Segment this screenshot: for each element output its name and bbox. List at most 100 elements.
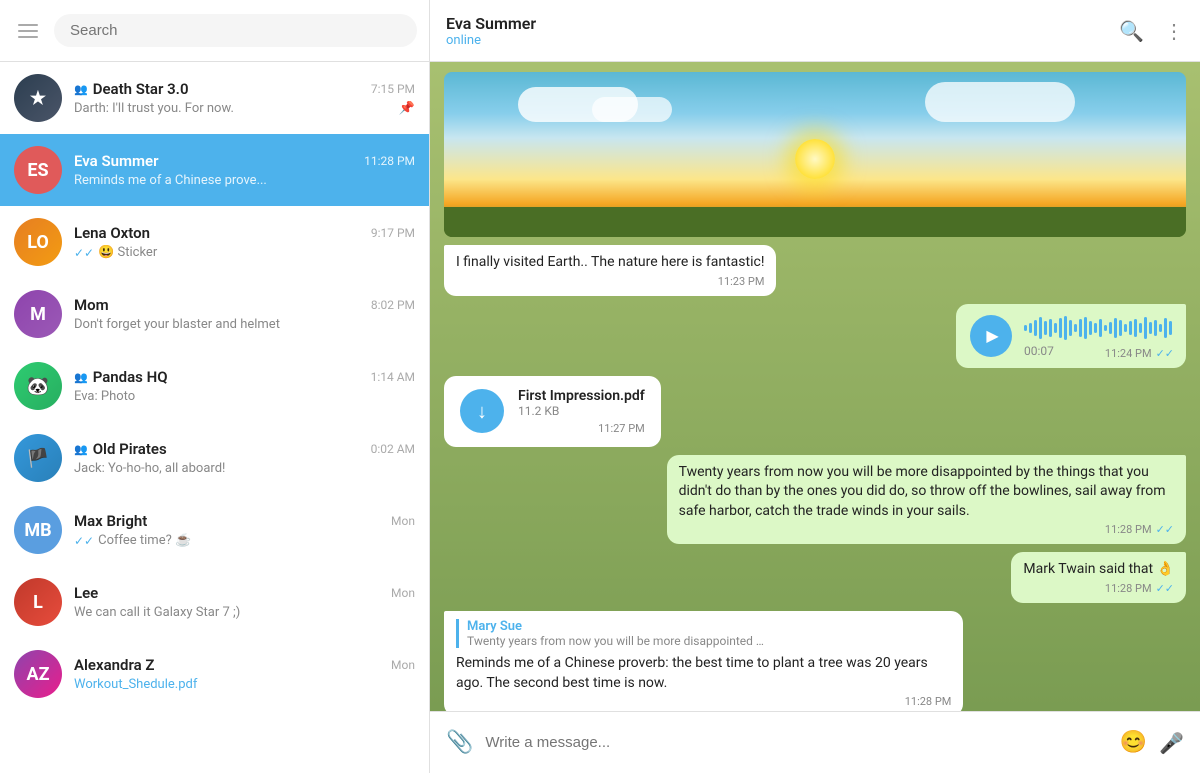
chat-preview-lena-oxton: ✓✓ 😃 Sticker <box>74 245 415 260</box>
chat-time-eva-summer: 11:28 PM <box>364 154 415 168</box>
avatar-pandas-hq: 🐼 <box>14 362 62 410</box>
chat-name-pandas-hq: 👥 Pandas HQ <box>74 368 168 386</box>
avatar-max-bright: MB <box>14 506 62 554</box>
message-time: 11:28 PM <box>1105 582 1152 595</box>
attach-icon[interactable]: 📎 <box>446 730 473 755</box>
chat-list-item-pandas-hq[interactable]: 🐼 👥 Pandas HQ 1:14 AM Eva: Photo <box>0 350 429 422</box>
chat-panel: Eva Summer online 🔍 ⋮ <box>430 0 1200 773</box>
chat-time-lena-oxton: 9:17 PM <box>371 226 415 240</box>
message-text: I finally visited Earth.. The nature her… <box>456 253 764 273</box>
preview-text: 😃 Sticker <box>98 245 157 260</box>
bar <box>1089 321 1092 335</box>
menu-icon[interactable] <box>12 18 44 44</box>
bar <box>1144 317 1147 339</box>
download-button[interactable] <box>460 389 504 433</box>
chat-time-lee: Mon <box>391 586 415 600</box>
chat-list: ★👥 Death Star 3.07:15 PMDarth: I'll trus… <box>0 62 429 773</box>
chat-name-mom: Mom <box>74 296 109 314</box>
read-checks: ✓✓ <box>74 246 94 260</box>
chat-preview-alexandra: Workout_Shedule.pdf <box>74 677 415 692</box>
chat-name-death-star: 👥 Death Star 3.0 <box>74 80 189 98</box>
preview-text: Reminds me of a Chinese prove... <box>74 173 267 188</box>
chat-info-old-pirates: 👥 Old Pirates0:02 AMJack: Yo-ho-ho, all … <box>74 440 415 476</box>
chat-time-old-pirates: 0:02 AM <box>371 442 415 456</box>
bar <box>1059 318 1062 338</box>
chat-info-mom: Mom8:02 PMDon't forget your blaster and … <box>74 296 415 332</box>
message-meta: 11:28 PM ✓✓ <box>1023 582 1174 595</box>
chat-list-item-eva-summer[interactable]: ES Eva Summer11:28 PMReminds me of a Chi… <box>0 134 429 206</box>
bar <box>1079 319 1082 337</box>
chat-preview-mom: Don't forget your blaster and helmet <box>74 317 415 332</box>
messages-content: I finally visited Earth.. The nature her… <box>444 245 1186 711</box>
chat-info-lee: LeeMonWe can call it Galaxy Star 7 ;) <box>74 584 415 620</box>
bar <box>1119 320 1122 336</box>
chat-header-actions: 🔍 ⋮ <box>1119 19 1184 43</box>
chat-list-item-max-bright[interactable]: MB Max BrightMon✓✓ Coffee time? ☕ <box>0 494 429 566</box>
message-text: Twenty years from now you will be more d… <box>679 463 1174 522</box>
message-row: First Impression.pdf 11.2 KB 11:27 PM <box>444 376 1186 447</box>
chat-info-pandas-hq: 👥 Pandas HQ 1:14 AM Eva: Photo <box>74 368 415 404</box>
bar <box>1134 319 1137 337</box>
more-options-icon[interactable]: ⋮ <box>1164 19 1184 43</box>
message-bubble: Mark Twain said that 👌 11:28 PM ✓✓ <box>1011 552 1186 603</box>
contact-status: online <box>446 33 536 48</box>
read-checks: ✓✓ <box>74 534 94 548</box>
quote-text: Twenty years from now you will be more d… <box>467 634 767 648</box>
chat-header: Eva Summer online 🔍 ⋮ <box>430 0 1200 62</box>
voice-timestamp: 11:24 PM <box>1105 347 1152 360</box>
sidebar-header <box>0 0 429 62</box>
bar <box>1029 323 1032 333</box>
photo-message <box>444 72 1186 237</box>
bar <box>1114 318 1117 338</box>
bar <box>1129 321 1132 335</box>
search-input[interactable] <box>54 14 417 47</box>
chat-info-death-star: 👥 Death Star 3.07:15 PMDarth: I'll trust… <box>74 80 415 116</box>
message-input[interactable] <box>485 734 1107 751</box>
bar <box>1084 317 1087 339</box>
message-text: Mark Twain said that 👌 <box>1023 560 1174 580</box>
emoji-icon[interactable]: 😊 <box>1120 730 1147 755</box>
chat-time-max-bright: Mon <box>391 514 415 528</box>
bar <box>1109 322 1112 334</box>
message-checks: ✓✓ <box>1156 582 1174 595</box>
bar <box>1039 317 1042 339</box>
chat-time-pandas-hq: 1:14 AM <box>371 370 415 384</box>
bar <box>1044 321 1047 335</box>
chat-info-alexandra: Alexandra ZMonWorkout_Shedule.pdf <box>74 656 415 692</box>
bar <box>1139 323 1142 333</box>
message-text: Reminds me of a Chinese proverb: the bes… <box>456 654 951 693</box>
file-time: 11:27 PM <box>518 422 645 435</box>
chat-preview-death-star: Darth: I'll trust you. For now.📌 <box>74 101 415 116</box>
avatar-alexandra: AZ <box>14 650 62 698</box>
chat-info-max-bright: Max BrightMon✓✓ Coffee time? ☕ <box>74 512 415 548</box>
mic-icon[interactable]: 🎤 <box>1159 731 1184 755</box>
message-meta: 11:28 PM <box>456 695 951 708</box>
chat-preview-pandas-hq: Eva: Photo <box>74 389 415 404</box>
message-row: Mary Sue Twenty years from now you will … <box>444 611 1186 711</box>
message-bubble-reply: Mary Sue Twenty years from now you will … <box>444 611 963 711</box>
chat-list-item-alexandra[interactable]: AZ Alexandra ZMonWorkout_Shedule.pdf <box>0 638 429 710</box>
chat-list-item-old-pirates[interactable]: 🏴👥 Old Pirates0:02 AMJack: Yo-ho-ho, all… <box>0 422 429 494</box>
chat-list-item-lee[interactable]: L LeeMonWe can call it Galaxy Star 7 ;) <box>0 566 429 638</box>
preview-text: Jack: Yo-ho-ho, all aboard! <box>74 461 225 476</box>
bar <box>1104 325 1107 331</box>
chat-list-item-mom[interactable]: M Mom8:02 PMDon't forget your blaster an… <box>0 278 429 350</box>
message-bubble: Twenty years from now you will be more d… <box>667 455 1186 545</box>
chat-time-alexandra: Mon <box>391 658 415 672</box>
bar <box>1069 320 1072 336</box>
preview-text: Eva: Photo <box>74 389 135 404</box>
chat-info-eva-summer: Eva Summer11:28 PMReminds me of a Chines… <box>74 152 415 188</box>
bar <box>1099 319 1102 337</box>
chat-list-item-lena-oxton[interactable]: LO Lena Oxton9:17 PM✓✓ 😃 Sticker <box>0 206 429 278</box>
file-name: First Impression.pdf <box>518 388 645 404</box>
play-button[interactable] <box>970 315 1012 357</box>
search-icon[interactable]: 🔍 <box>1119 19 1144 43</box>
avatar-eva-summer: ES <box>14 146 62 194</box>
file-info: First Impression.pdf 11.2 KB 11:27 PM <box>518 388 645 435</box>
preview-text: Coffee time? ☕ <box>98 533 191 548</box>
voice-checks: ✓✓ <box>1156 347 1174 360</box>
chat-list-item-death-star[interactable]: ★👥 Death Star 3.07:15 PMDarth: I'll trus… <box>0 62 429 134</box>
preview-text: Don't forget your blaster and helmet <box>74 317 280 332</box>
voice-time: 11:24 PM ✓✓ <box>1105 347 1174 360</box>
message-time: 11:28 PM <box>1105 523 1152 536</box>
